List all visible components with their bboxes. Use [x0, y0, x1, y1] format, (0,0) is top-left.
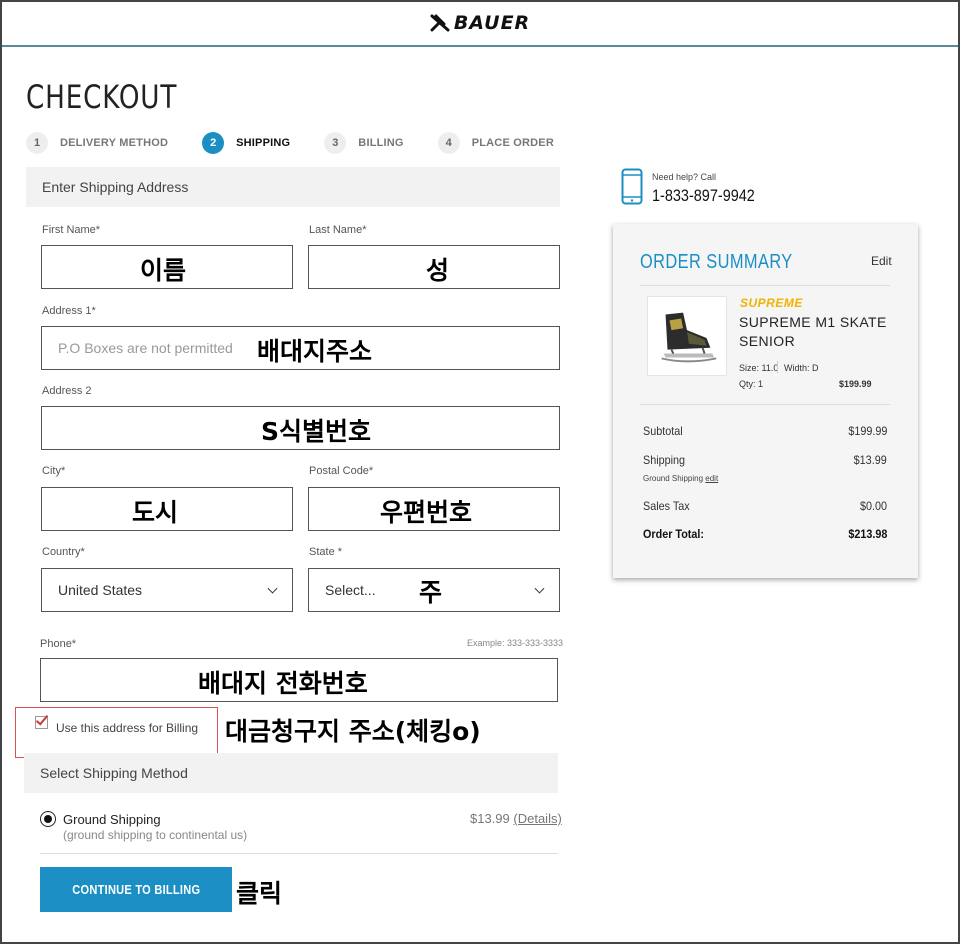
first-name-annotation: 이름	[140, 256, 187, 285]
shipping-option-price: $13.99	[470, 811, 510, 826]
shipping-details-link[interactable]: (Details)	[513, 811, 561, 826]
step-label: BILLING	[358, 137, 404, 149]
country-select[interactable]: United States	[41, 568, 293, 612]
shipping-row: Shipping $13.99	[643, 453, 887, 467]
brand-name: BAUER	[453, 11, 531, 34]
shipping-label: Shipping	[643, 453, 686, 467]
step-delivery-method[interactable]: 1 DELIVERY METHOD	[26, 132, 168, 154]
product-width: Width: D	[784, 363, 819, 373]
product-name: SUPREME M1 SKATE SENIOR	[739, 314, 887, 349]
ground-shipping-radio[interactable]	[40, 811, 56, 827]
continue-button-label: CONTINUE TO BILLING	[71, 882, 201, 897]
postal-code-annotation: 우편번호	[380, 498, 473, 527]
country-label: Country*	[42, 546, 85, 558]
billing-checkbox-annotation: 대금청구지 주소(체킹o)	[225, 717, 481, 746]
subtotal-label: Subtotal	[643, 424, 683, 438]
step-place-order[interactable]: 4 PLACE ORDER	[437, 132, 554, 154]
order-summary-edit-link[interactable]: Edit	[871, 254, 892, 268]
product-size: Size: 11.0	[739, 363, 779, 373]
product-qty: Qty: 1	[739, 379, 764, 389]
address2-annotation: S식별번호	[261, 417, 372, 446]
step-label: PLACE ORDER	[471, 137, 554, 149]
subtotal-value: $199.99	[847, 424, 887, 438]
shipping-option-note: (ground shipping to continental us)	[63, 828, 248, 842]
subtotal-row: Subtotal $199.99	[643, 424, 887, 438]
product-image	[647, 296, 727, 376]
shipping-option-name: Ground Shipping	[63, 812, 161, 827]
skate-icon	[661, 312, 717, 363]
shipping-note-text: Ground Shipping	[643, 474, 704, 483]
step-label: SHIPPING	[236, 137, 291, 149]
shipping-option-price-wrap: $13.99 (Details)	[470, 811, 562, 826]
chevron-down-icon	[267, 583, 278, 594]
step-number: 2	[202, 132, 225, 154]
sales-tax-value: $0.00	[859, 499, 887, 513]
postal-code-label: Postal Code*	[309, 465, 374, 477]
step-number: 1	[26, 132, 48, 154]
sales-tax-label: Sales Tax	[643, 499, 690, 513]
state-annotation: 주	[419, 578, 443, 607]
last-name-annotation: 성	[426, 256, 450, 285]
address2-label: Address 2	[42, 385, 92, 397]
order-total-row: Order Total: $213.98	[643, 527, 887, 541]
help-caption: Need help? Call	[652, 172, 717, 182]
chevron-down-icon	[534, 583, 545, 594]
shipping-method-heading: Select Shipping Method	[24, 753, 558, 793]
shipping-address-heading: Enter Shipping Address	[26, 167, 560, 207]
city-label: City*	[42, 465, 66, 477]
product-brand-logo: SUPREME	[740, 296, 803, 310]
order-summary-title: ORDER SUMMARY	[640, 251, 793, 273]
meta-divider	[777, 361, 778, 373]
country-value: United States	[58, 582, 143, 598]
sales-tax-row: Sales Tax $0.00	[643, 499, 887, 513]
address1-placeholder: P.O Boxes are not permitted	[58, 340, 233, 356]
city-annotation: 도시	[132, 498, 179, 527]
site-header: BAUER	[0, 0, 960, 47]
bauer-x-icon	[430, 14, 450, 31]
shipping-value: $13.99	[853, 453, 887, 467]
divider	[40, 853, 558, 854]
divider	[640, 285, 890, 286]
page-title: CHECKOUT	[26, 78, 178, 116]
phone-icon	[621, 168, 643, 205]
help-phone-number[interactable]: 1-833-897-9942	[652, 186, 755, 206]
billing-checkbox-label: Use this address for Billing	[56, 721, 199, 735]
billing-checkbox[interactable]	[35, 716, 48, 729]
order-summary-panel: ORDER SUMMARY Edit SUPREME SUPREME M1 SK…	[613, 224, 918, 578]
step-billing[interactable]: 3 BILLING	[324, 132, 404, 154]
shipping-note: Ground Shipping edit	[643, 474, 718, 483]
divider	[640, 404, 890, 405]
first-name-label: First Name*	[42, 224, 101, 236]
phone-annotation: 배대지 전화번호	[198, 669, 368, 698]
continue-annotation: 클릭	[236, 879, 283, 908]
product-price: $199.99	[839, 379, 872, 389]
continue-to-billing-button[interactable]: CONTINUE TO BILLING	[40, 867, 232, 912]
order-total-label: Order Total:	[643, 527, 705, 541]
address1-annotation: 배대지주소	[257, 337, 373, 366]
step-shipping[interactable]: 2 SHIPPING	[202, 132, 290, 154]
bauer-logo[interactable]: BAUER	[430, 12, 530, 34]
phone-hint: Example: 333-333-3333	[467, 638, 564, 648]
address1-label: Address 1*	[42, 305, 96, 317]
last-name-label: Last Name*	[309, 224, 367, 236]
state-label: State *	[309, 546, 343, 558]
phone-label: Phone*	[40, 638, 77, 650]
order-total-value: $213.98	[847, 527, 887, 541]
step-label: DELIVERY METHOD	[60, 137, 169, 149]
state-value: Select...	[325, 582, 376, 598]
step-number: 3	[324, 132, 347, 154]
checkout-steps: 1 DELIVERY METHOD 2 SHIPPING 3 BILLING 4…	[26, 132, 588, 154]
shipping-edit-link[interactable]: edit	[705, 474, 718, 483]
step-number: 4	[437, 132, 460, 154]
